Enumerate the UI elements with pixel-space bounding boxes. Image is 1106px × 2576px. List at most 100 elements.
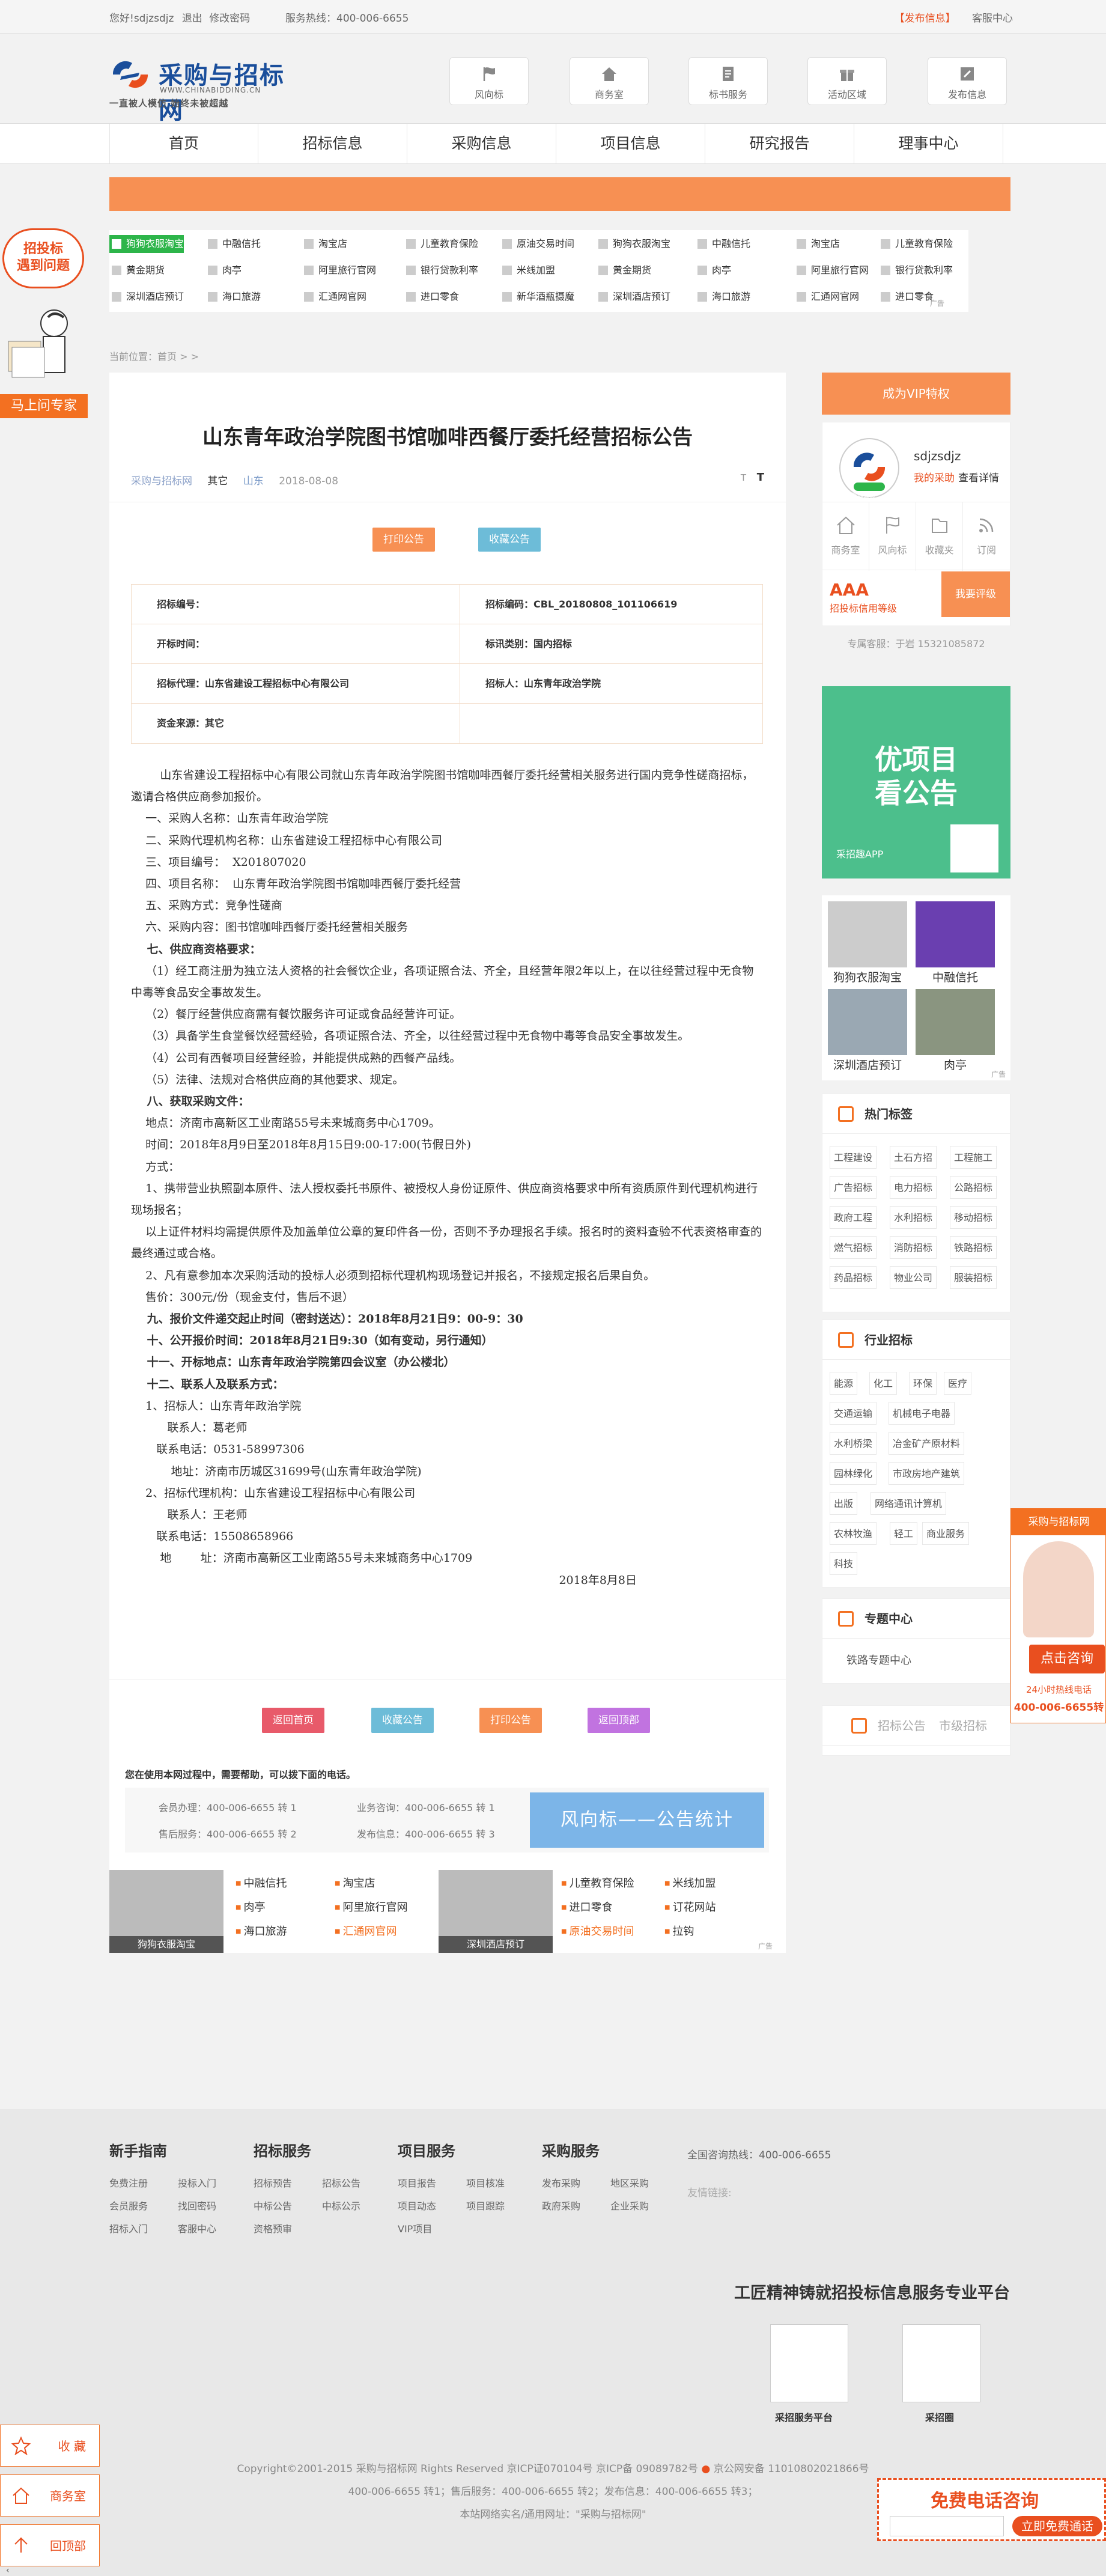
ad-thumb-dog[interactable]: 狗狗衣服淘宝 [109,1870,223,1953]
ad-link[interactable]: 阿里旅行官网 [335,1899,407,1914]
scroll-left-icon[interactable]: ‹ [6,2566,13,2575]
footer-link[interactable]: 会员服务 [109,2198,148,2212]
ad-link-cell[interactable]: 原油交易时间 [500,235,574,253]
nav-home[interactable]: 首页 [109,124,258,163]
ad-link-cell[interactable]: 海口旅游 [205,288,261,306]
ad-link-cell[interactable]: 淘宝店 [794,235,840,253]
ad-link-cell[interactable]: 进口零食 [404,288,459,306]
nav-research[interactable]: 研究报告 [705,124,854,163]
footer-link[interactable]: 项目动态 [398,2198,436,2212]
back-home-button[interactable]: 返回首页 [262,1708,324,1733]
topic-railway[interactable]: 铁路专题中心 [846,1652,911,1667]
ad-link[interactable]: 淘宝店 [335,1875,375,1890]
ad-thumb-hotel[interactable]: 深圳酒店预订 [439,1870,553,1953]
phone-input[interactable] [890,2516,1004,2536]
ad-link-cell[interactable]: 阿里旅行官网 [302,261,376,279]
nav-purchase-info[interactable]: 采购信息 [407,124,556,163]
apply-rating-button[interactable]: 我要评级 [941,571,1010,617]
tag-link[interactable]: 工程施工 [950,1146,997,1169]
tag-link[interactable]: 出版 [830,1492,858,1515]
tag-link[interactable]: 药品招标 [830,1266,877,1289]
ad-link-cell[interactable]: 黄金期货 [109,261,165,279]
ad-link-cell[interactable]: 米线加盟 [500,261,555,279]
nav-project-info[interactable]: 项目信息 [556,124,705,163]
ad-link-cell[interactable]: 黄金期货 [596,261,651,279]
tag-link[interactable]: 冶金矿产原材料 [889,1432,965,1455]
ad-link-cell[interactable]: 汇通网官网 [794,288,859,306]
site-logo[interactable]: 采购与招标网 WWW.CHINABIDDING.CN 一直被人模仿 始终未被超越 [109,53,290,124]
back-top-button[interactable]: 返回顶部 [588,1708,650,1733]
ask-expert-float[interactable]: 招投标 遇到问题 马上问专家 [0,221,88,423]
ad-link-cell[interactable]: 儿童教育保险 [404,235,478,253]
logout-link[interactable]: 退出 [182,13,202,25]
ad-link[interactable]: 进口零食 [561,1899,612,1914]
ad-link[interactable]: 米线加盟 [664,1875,716,1890]
change-password-link[interactable]: 修改密码 [209,13,250,25]
my-collect[interactable]: 我的采助 查看详情 [914,469,999,484]
ad-caption[interactable]: 深圳酒店预订 [825,1056,910,1073]
avatar[interactable] [839,438,899,498]
print-bottom-button[interactable]: 打印公告 [479,1708,542,1733]
tag-link[interactable]: 铁路招标 [950,1236,997,1259]
tag-link[interactable]: 商业服务 [922,1522,970,1545]
footer-link[interactable]: 企业采购 [610,2198,649,2212]
footer-link[interactable]: 中标公示 [322,2198,360,2212]
tab-bid-announcement[interactable]: 招标公告 [878,1719,926,1733]
ad-link-cell[interactable]: 进口零食 [878,288,934,306]
view-detail-link[interactable]: 查看详情 [958,472,999,484]
ad-link-cell[interactable]: 淘宝店 [302,235,347,253]
footer-link[interactable]: 找回密码 [178,2198,216,2212]
ad-link-cell[interactable]: 银行贷款利率 [878,261,953,279]
ad-link-cell[interactable]: 汇通网官网 [302,288,366,306]
tag-link[interactable]: 交通运输 [830,1402,877,1425]
tag-link[interactable]: 移动招标 [950,1206,997,1229]
ad-link[interactable]: 原油交易时间 [561,1923,634,1938]
tag-link[interactable]: 物业公司 [890,1266,937,1289]
ad-caption[interactable]: 狗狗衣服淘宝 [825,969,910,985]
footer-link[interactable]: 发布采购 [542,2175,580,2190]
footer-link[interactable]: 招标公告 [322,2175,360,2190]
font-small-button[interactable]: T [741,472,746,483]
side-ad-app[interactable]: 优项目 看公告 采招趣APP [822,686,1010,878]
ad-link-cell[interactable]: 狗狗衣服淘宝 [596,235,670,253]
quick-fengxiangbiao[interactable]: 风向标 [449,57,529,105]
footer-link[interactable]: 中标公告 [254,2198,292,2212]
quick-business-room[interactable]: 商务室 [570,57,649,105]
ad-link-cell[interactable]: 阿里旅行官网 [794,261,869,279]
ad-link[interactable]: 海口旅游 [235,1923,287,1938]
ad-link-cell[interactable]: 深圳酒店预订 [109,288,184,306]
footer-link[interactable]: 政府采购 [542,2198,580,2212]
tab-city-bid[interactable]: 市级招标 [939,1719,987,1733]
ad-link-cell[interactable]: 肉亭 [695,261,731,279]
tag-link[interactable]: 化工 [869,1372,898,1395]
ad-link-cell[interactable]: 中融信托 [695,235,750,253]
tag-link[interactable]: 农林牧渔 [830,1522,877,1545]
tag-link[interactable]: 消防招标 [890,1236,937,1259]
tag-link[interactable]: 服装招标 [950,1266,997,1289]
tag-link[interactable]: 能源 [830,1372,858,1395]
banner-strip[interactable] [109,177,1010,211]
tag-link[interactable]: 轻工 [890,1522,918,1545]
nav-bid-info[interactable]: 招标信息 [258,124,407,163]
ask-expert-button[interactable]: 马上问专家 [0,394,88,418]
tag-link[interactable]: 机械电子电器 [889,1402,955,1425]
ad-link[interactable]: 拉钩 [664,1923,694,1938]
nav-council[interactable]: 理事中心 [854,124,1003,163]
tag-link[interactable]: 工程建设 [830,1146,877,1169]
tag-link[interactable]: 环保 [909,1372,937,1395]
ad-thumb[interactable] [916,901,995,967]
stats-banner[interactable]: 风向标——公告统计 [530,1792,764,1848]
ad-link[interactable]: 订花网站 [664,1899,716,1914]
tag-link[interactable]: 市政房地产建筑 [889,1462,965,1485]
footer-link[interactable]: 招标入门 [109,2221,148,2235]
font-large-button[interactable]: T [757,471,764,484]
tag-link[interactable]: 公路招标 [950,1176,997,1199]
ad-caption[interactable]: 中融信托 [913,969,997,985]
favorite-bottom-button[interactable]: 收藏公告 [371,1708,434,1733]
side-fengxiangbiao[interactable]: 风向标 [869,502,916,571]
tag-link[interactable]: 电力招标 [890,1176,937,1199]
footer-link[interactable]: 投标入门 [178,2175,216,2190]
ad-link-cell[interactable]: 儿童教育保险 [878,235,953,253]
footer-link[interactable]: 地区采购 [610,2175,649,2190]
tag-link[interactable]: 广告招标 [830,1176,877,1199]
